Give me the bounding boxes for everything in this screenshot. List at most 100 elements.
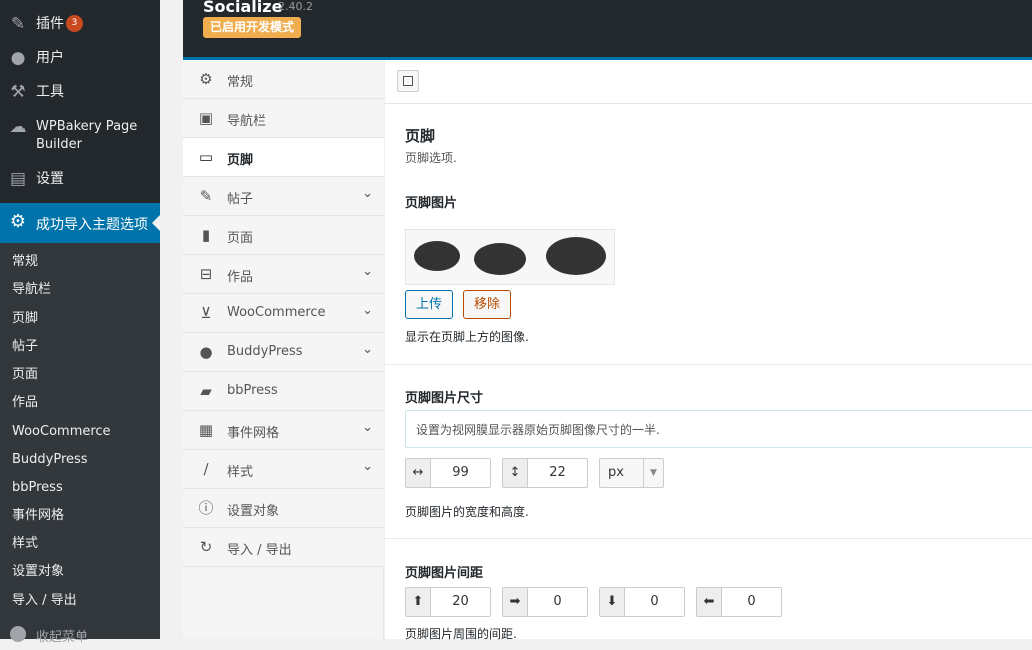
submenu-item-navbar[interactable]: 导航栏 [12,281,51,299]
tab-settings-objects[interactable]: ⓘ 设置对象 [183,489,384,528]
spacing-left-input[interactable]: 0 [721,587,782,617]
submenu-item-events[interactable]: 事件网格 [12,507,64,525]
menu-label: 工具 [36,84,64,100]
submenu-item-buddypress[interactable]: BuddyPress [12,451,88,469]
spacing-right-input[interactable]: 0 [527,587,588,617]
update-count-badge: 3 [66,15,83,32]
caret-down-icon: ▼ [643,459,663,487]
tab-label: 事件网格 [227,426,280,441]
width-field[interactable]: ↔ 99 [405,458,491,488]
spacing-top-input[interactable]: 20 [430,587,491,617]
tab-label: 页脚 [227,153,254,168]
layout-icon [403,76,413,86]
collapse-menu-button[interactable]: 收起菜单 [0,620,160,650]
footer-image-size-description: 页脚图片的宽度和高度. [405,505,529,519]
tab-portfolio[interactable]: ⊟ 作品 ⌄ [183,255,384,294]
tab-label: 导入 / 导出 [227,543,292,558]
info-icon: ⓘ [198,499,214,517]
chevron-down-icon: ⌄ [362,459,373,474]
speech-bubble-icon [414,241,460,271]
submenu-item-posts[interactable]: 帖子 [12,338,38,356]
spacing-left-field[interactable]: ⬅ 0 [696,587,782,617]
section-title: 页脚 [405,127,436,145]
footer-image-size-title: 页脚图片尺寸 [405,391,484,406]
tab-label: 设置对象 [227,504,280,519]
arrow-down-icon: ⬇ [599,587,624,617]
submenu-item-pages[interactable]: 页面 [12,366,38,384]
chevron-down-icon: ⌄ [362,420,373,435]
chevron-down-icon: ⌄ [362,342,373,357]
submenu-item-footer[interactable]: 页脚 [12,310,38,328]
tab-label: 帖子 [227,192,254,207]
tab-woocommerce[interactable]: ⊻ WooCommerce ⌄ [183,294,384,333]
upload-button[interactable]: 上传 [405,290,454,319]
footer-image-spacing-title: 页脚图片间距 [405,566,484,581]
section-description: 页脚选项. [405,151,457,165]
tab-navbar[interactable]: ▣ 导航栏 [183,99,384,138]
spacing-bottom-field[interactable]: ⬇ 0 [599,587,685,617]
tab-styling[interactable]: ∕ 样式 ⌄ [183,450,384,489]
tab-import-export[interactable]: ↻ 导入 / 导出 [183,528,384,567]
tab-label: bbPress [227,383,278,398]
spacing-right-field[interactable]: ➡ 0 [502,587,588,617]
tab-label: 导航栏 [227,114,267,129]
field-divider [385,364,1032,365]
submenu-item-styling[interactable]: 样式 [12,535,38,553]
spacing-bottom-input[interactable]: 0 [624,587,685,617]
calendar-icon: ▦ [198,421,214,439]
theme-options-submenu: 常规 导航栏 页脚 帖子 页面 作品 WooCommerce BuddyPres… [0,243,160,639]
tab-bbpress[interactable]: ▰ bbPress [183,372,384,411]
retina-note-field[interactable]: 设置为视网膜显示器原始页脚图像尺寸的一半. [405,410,1032,448]
field-divider [385,538,1032,539]
spacing-top-field[interactable]: ⬆ 20 [405,587,491,617]
footer-image-spacing-description: 页脚图片周围的间距. [405,627,517,641]
tab-footer[interactable]: ▭ 页脚 [183,138,384,177]
chevron-down-icon: ⌄ [362,264,373,279]
unit-select[interactable]: px ▼ [599,458,664,488]
width-input[interactable]: 99 [430,458,491,488]
height-input[interactable]: 22 [527,458,588,488]
cart-icon: ⊻ [200,304,212,322]
submenu-item-settings-objects[interactable]: 设置对象 [12,563,64,581]
theme-title: Socialize [203,0,283,16]
tab-buddypress[interactable]: ● BuddyPress ⌄ [183,333,384,372]
layout-toggle-button[interactable] [397,70,419,92]
tab-label: BuddyPress [227,344,303,359]
tab-general[interactable]: ⚙ 常规 [183,60,384,99]
unit-value: px [608,465,624,480]
tab-label: 常规 [227,75,254,90]
pencil-icon: ✎ [199,187,213,205]
tab-events[interactable]: ▦ 事件网格 ⌄ [183,411,384,450]
user-icon: ● [199,343,213,361]
submenu-item-woocommerce[interactable]: WooCommerce [12,423,111,441]
menu-label: WPBakery Page Builder [36,119,138,152]
collapse-label: 收起菜单 [36,630,89,645]
tab-pages[interactable]: ▮ 页面 [183,216,384,255]
speech-bubble-icon [546,237,606,275]
submenu-item-general[interactable]: 常规 [12,253,38,271]
tab-label: WooCommerce [227,305,326,320]
chevron-down-icon: ⌄ [362,303,373,318]
menu-label: 插件 [36,16,64,32]
menu-label: 用户 [36,50,64,66]
tab-posts[interactable]: ✎ 帖子 ⌄ [183,177,384,216]
menu-item-theme-options[interactable]: ⚙ 成功导入主题选项 [0,203,160,243]
options-panel: 页脚 页脚选项. 页脚图片 上传 移除 显示在页脚上方的图像. 页脚图片尺寸 设… [385,60,1032,641]
height-field[interactable]: ↕ 22 [502,458,588,488]
plug-icon: ✎ [10,14,26,34]
submenu-item-import-export[interactable]: 导入 / 导出 [12,592,77,610]
gear-icon: ⚙ [9,211,27,232]
toolbar-divider [385,103,1032,104]
footer-image-title: 页脚图片 [405,196,458,211]
width-arrows-icon: ↔ [405,458,430,488]
submenu-item-portfolio[interactable]: 作品 [12,394,38,412]
footer-image-description: 显示在页脚上方的图像. [405,330,529,344]
collapse-icon [10,626,26,642]
gears-icon: ⚙ [199,70,213,88]
options-tabs: ⚙ 常规 ▣ 导航栏 ▭ 页脚 ✎ 帖子 ⌄ ▮ 页面 ⊟ 作品 ⌄ ⊻ Woo… [183,60,384,639]
page-icon: ▮ [201,226,211,244]
speech-bubble-icon [474,243,526,275]
arrow-up-icon: ⬆ [405,587,430,617]
remove-button[interactable]: 移除 [463,290,512,319]
submenu-item-bbpress[interactable]: bbPress [12,479,63,497]
